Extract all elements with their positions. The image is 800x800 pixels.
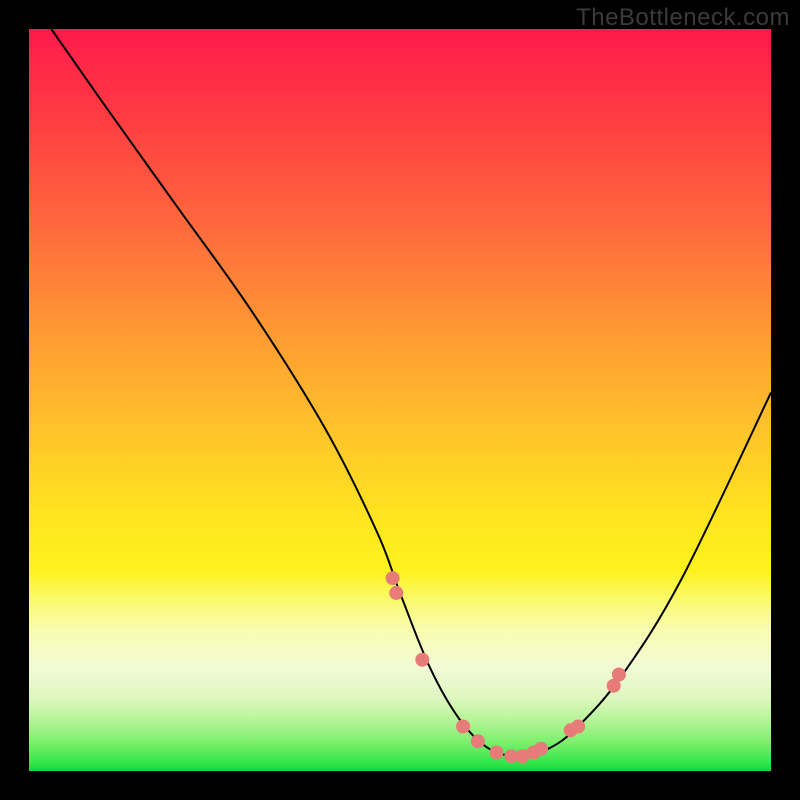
curve-marker [456, 720, 470, 734]
curve-marker [386, 571, 400, 585]
curve-marker [490, 746, 504, 760]
curve-marker [534, 742, 548, 756]
curve-marker [389, 586, 403, 600]
plot-area [29, 29, 771, 771]
chart-stage: TheBottleneck.com [0, 0, 800, 800]
curve-svg [29, 29, 771, 771]
curve-marker [415, 653, 429, 667]
bottleneck-curve [51, 29, 771, 756]
marker-group [386, 571, 626, 763]
watermark-text: TheBottleneck.com [576, 4, 790, 32]
curve-marker [571, 720, 585, 734]
curve-marker [471, 734, 485, 748]
curve-marker [612, 668, 626, 682]
